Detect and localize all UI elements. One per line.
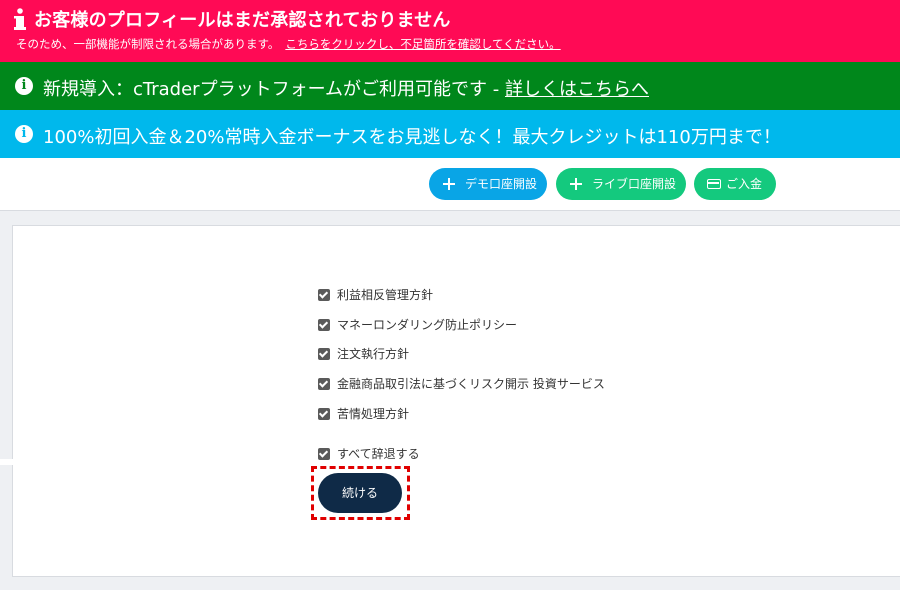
info-circle-icon <box>15 77 33 95</box>
profile-warning-text: そのため、一部機能が制限される場合があります。 <box>16 37 280 51</box>
profile-warning-banner: お客様のプロフィールはまだ承認されておりません そのため、一部機能が制限される場… <box>0 0 900 62</box>
page-edge-marker <box>0 459 13 465</box>
policy-checkbox[interactable] <box>318 408 330 420</box>
ctrader-announcement: 新規導入：cTraderプラットフォームがご利用可能です - <box>43 79 505 100</box>
open-demo-account-button[interactable]: デモ口座開設 <box>429 168 547 200</box>
ctrader-banner-text: 新規導入：cTraderプラットフォームがご利用可能です - 詳しくはこちらへ <box>43 75 649 101</box>
credit-card-icon <box>707 179 721 189</box>
policy-label: 注文執行方針 <box>337 347 410 361</box>
bonus-banner-text: 100%初回入金＆20%常時入金ボーナスをお見逃しなく！最大クレジットは110万… <box>43 127 781 148</box>
open-live-account-label: ライブ口座開設 <box>592 177 677 191</box>
deposit-button[interactable]: ご入金 <box>694 168 776 200</box>
continue-button-highlight <box>311 466 410 520</box>
decline-all-checkbox[interactable] <box>318 448 330 460</box>
plus-icon <box>443 178 455 190</box>
ctrader-details-link[interactable]: 詳しくはこちらへ <box>505 79 649 100</box>
deposit-label: ご入金 <box>726 177 763 191</box>
policy-label: 苦情処理方針 <box>337 407 410 421</box>
profile-warning-title: お客様のプロフィールはまだ承認されておりません <box>34 10 451 31</box>
policy-checkbox[interactable] <box>318 319 330 331</box>
policy-consent-panel <box>12 225 900 577</box>
decline-all-label: すべて辞退する <box>337 447 420 461</box>
policy-checkbox[interactable] <box>318 289 330 301</box>
info-circle-icon <box>15 125 33 143</box>
policy-checkbox[interactable] <box>318 348 330 360</box>
plus-icon <box>570 178 582 190</box>
info-icon <box>14 8 26 30</box>
policy-label: マネーロンダリング防止ポリシー <box>337 318 518 332</box>
policy-label: 金融商品取引法に基づくリスク開示 投資サービス <box>337 377 605 391</box>
profile-warning-subtitle: そのため、一部機能が制限される場合があります。 こちらをクリックし、不足箇所を確認… <box>16 36 561 52</box>
bonus-banner[interactable]: 100%初回入金＆20%常時入金ボーナスをお見逃しなく！最大クレジットは110万… <box>0 110 900 158</box>
open-live-account-button[interactable]: ライブ口座開設 <box>556 168 686 200</box>
policy-checkbox[interactable] <box>318 378 330 390</box>
ctrader-banner: 新規導入：cTraderプラットフォームがご利用可能です - 詳しくはこちらへ <box>0 62 900 110</box>
check-profile-link[interactable]: こちらをクリックし、不足箇所を確認してください。 <box>285 37 560 51</box>
account-action-bar: デモ口座開設 ライブ口座開設 ご入金 <box>0 158 900 211</box>
policy-label: 利益相反管理方針 <box>337 288 434 302</box>
open-demo-account-label: デモ口座開設 <box>465 177 538 191</box>
